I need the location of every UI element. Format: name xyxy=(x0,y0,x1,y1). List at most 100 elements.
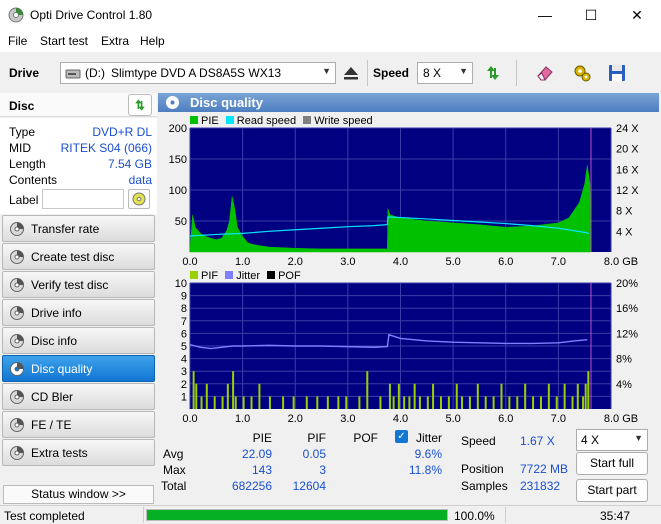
app-logo-icon xyxy=(8,7,24,23)
pif-bar xyxy=(484,396,487,409)
y2-tick-label: 16 X xyxy=(616,164,639,176)
samples-label: Samples xyxy=(461,479,508,493)
erase-button[interactable] xyxy=(532,60,558,86)
menu-file[interactable]: File xyxy=(8,34,27,48)
maximize-button[interactable]: ☐ xyxy=(568,0,614,30)
test-speed-value: 4 X xyxy=(581,433,600,447)
x-tick-label: 2.0 xyxy=(288,256,303,268)
pif-bar xyxy=(576,383,579,409)
nav-disc-quality[interactable]: Disc quality xyxy=(2,355,155,382)
settings-button[interactable] xyxy=(569,60,595,86)
disc-icon xyxy=(10,334,24,348)
disc-refresh-button[interactable] xyxy=(128,94,152,116)
y2-tick-label: 4% xyxy=(616,379,632,391)
status-divider xyxy=(505,507,506,523)
pif-bar xyxy=(205,383,208,409)
pif-bar xyxy=(326,396,329,409)
position-label: Position xyxy=(461,462,504,476)
pie-swatch xyxy=(190,116,198,124)
x-tick-label: 5.0 xyxy=(445,413,460,425)
minimize-button[interactable]: — xyxy=(522,0,568,30)
y-tick-label: 7 xyxy=(181,316,187,328)
y-tick-label: 5 xyxy=(181,341,187,353)
nav-label: Verify test disc xyxy=(31,278,109,292)
stat-max-pie: 143 xyxy=(251,463,272,477)
jitter-checkbox[interactable]: ✓ xyxy=(395,430,408,443)
speed-select[interactable]: 8 X ▼ xyxy=(417,62,473,84)
x-tick-label: 6.0 xyxy=(498,413,513,425)
eject-button[interactable] xyxy=(338,60,364,86)
pif-bar xyxy=(413,383,416,409)
test-speed-select[interactable]: 4 X ▼ xyxy=(576,429,648,451)
refresh-speed-button[interactable] xyxy=(480,60,506,86)
floppy-icon xyxy=(609,65,625,81)
pif-bar xyxy=(282,396,285,409)
nav-label: FE / TE xyxy=(31,418,72,432)
nav-label: Disc quality xyxy=(31,362,93,376)
save-button[interactable] xyxy=(604,60,630,86)
disc-contents-label: Contents xyxy=(9,173,58,187)
pif-bar xyxy=(516,396,519,409)
nav-verify-test-disc[interactable]: Verify test disc xyxy=(2,271,155,298)
elapsed-time: 35:47 xyxy=(600,509,631,523)
disc-header-title: Disc xyxy=(9,99,35,113)
disc-length-label: Length xyxy=(9,157,46,171)
start-full-button[interactable]: Start full xyxy=(576,452,648,475)
disc-icon xyxy=(10,418,24,432)
disc-panel: Disc Type DVD+R DL MID RITEK S04 (066) L… xyxy=(0,93,157,504)
pif-bar xyxy=(418,396,421,409)
status-bar: Test completed 100.0% 35:47 xyxy=(0,505,661,524)
progress-fill xyxy=(147,510,447,520)
chevron-down-icon: ▼ xyxy=(322,66,331,76)
pif-bar xyxy=(345,396,348,409)
pif-bar xyxy=(258,383,261,409)
nav-disc-info[interactable]: Disc info xyxy=(2,327,155,354)
pif-bar xyxy=(426,396,429,409)
chevron-down-icon: ▼ xyxy=(634,433,643,443)
test-info: Speed 1.67 X Position 7722 MB Samples 23… xyxy=(460,426,572,502)
nav-extra-tests[interactable]: Extra tests xyxy=(2,439,155,466)
samples-value: 231832 xyxy=(520,479,561,493)
nav-cd-bler[interactable]: CD Bler xyxy=(2,383,155,410)
status-window-button[interactable]: Status window >> xyxy=(3,485,154,504)
stat-avg-label: Avg xyxy=(163,447,184,461)
stat-max-jitter: 11.8% xyxy=(408,463,442,477)
pif-bar xyxy=(268,396,271,409)
nav-create-test-disc[interactable]: Create test disc xyxy=(2,243,155,270)
menu-extra[interactable]: Extra xyxy=(101,34,129,48)
x-tick-label: 1.0 xyxy=(235,256,250,268)
disc-label-button[interactable] xyxy=(128,189,150,209)
disc-icon xyxy=(10,222,24,236)
menu-help[interactable]: Help xyxy=(140,34,165,48)
disc-type-label: Type xyxy=(9,125,36,139)
pif-bar xyxy=(213,396,216,409)
close-button[interactable]: ✕ xyxy=(614,0,660,30)
stat-header-pie: PIE xyxy=(252,431,272,445)
disc-label-label: Label xyxy=(9,193,39,207)
nav-transfer-rate[interactable]: Transfer rate xyxy=(2,215,155,242)
pif-bar xyxy=(242,396,245,409)
menu-start-test[interactable]: Start test xyxy=(40,34,88,48)
y-tick-label: 10 xyxy=(175,279,187,290)
y-tick-label: 50 xyxy=(175,216,187,228)
write-swatch xyxy=(303,116,312,124)
drive-label: Drive xyxy=(9,66,40,80)
pif-bar xyxy=(455,383,458,409)
disc-label-input[interactable] xyxy=(42,189,124,209)
x-tick-label: 7.0 xyxy=(551,413,566,425)
y2-tick-label: 8% xyxy=(616,354,632,366)
x-tick-label: 1.0 xyxy=(235,413,250,425)
nav-drive-info[interactable]: Drive info xyxy=(2,299,155,326)
y-tick-label: 8 xyxy=(181,303,187,315)
chevron-down-icon: ▼ xyxy=(459,66,468,76)
drive-select[interactable]: (D:) Slimtype DVD A DS8A5S WX13 ▼ xyxy=(60,62,336,84)
pif-chart: 10987654321 20% 16% 12% 8% 4% 0.0 1.0 2.0 3.0 4.0 5… xyxy=(175,279,638,425)
pif-bar xyxy=(232,371,235,409)
stat-avg-pif: 0.05 xyxy=(302,447,326,461)
nav-fe-te[interactable]: FE / TE xyxy=(2,411,155,438)
y2-tick-label: 20% xyxy=(616,279,638,290)
start-part-button[interactable]: Start part xyxy=(576,479,648,502)
x-tick-label: 8.0 GB xyxy=(604,256,638,268)
stat-header-jitter: Jitter xyxy=(416,431,443,445)
pif-bar xyxy=(539,396,542,409)
